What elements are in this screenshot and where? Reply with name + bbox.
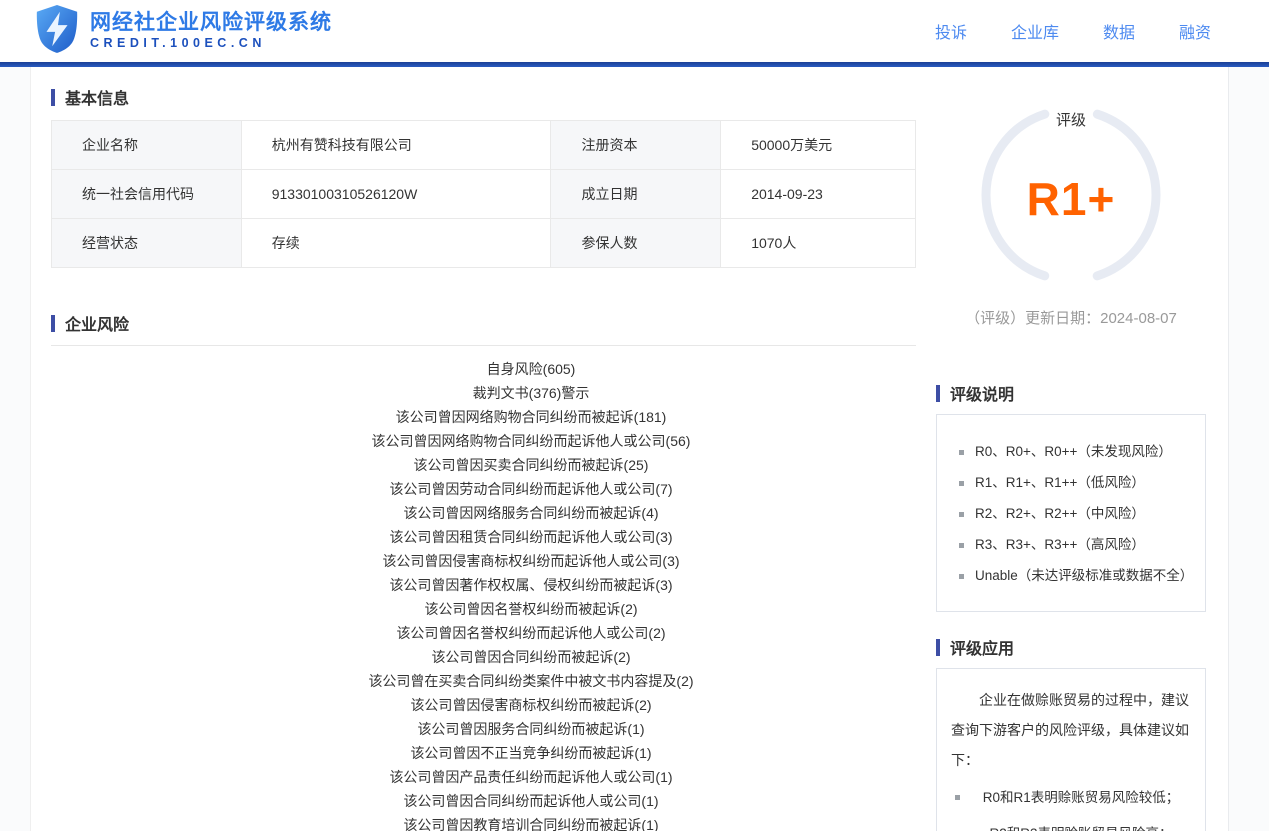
rating-value: R1+ [1026,173,1116,225]
info-value: 1070人 [720,218,916,268]
content-card: 基本信息 企业名称 杭州有赞科技有限公司 注册资本 50000万美元 统一社会信… [30,67,1229,831]
risk-tree-node[interactable]: 裁判文书(376)警示 [146,381,916,405]
risk-tree-node[interactable]: 该公司曾因合同纠纷而起诉他人或公司(1) [146,789,916,813]
legend-item: R1、R1+、R1++（低风险） [951,473,1191,493]
application-item: R0和R1表明赊账贸易风险较低； [951,785,1191,811]
risk-tree-node[interactable]: 自身风险(605) [146,357,916,381]
risk-tree-node[interactable]: 该公司曾因教育培训合同纠纷而被起诉(1) [146,813,916,831]
info-label: 经营状态 [51,218,242,268]
top-nav: 投诉 企业库 数据 融资 [935,19,1211,43]
risk-tree-node[interactable]: 该公司曾因著作权权属、侵权纠纷而被起诉(3) [146,573,916,597]
application-section-title: 评级应用 [936,638,1206,658]
shield-lightning-icon [34,4,80,59]
legend-item: R3、R3+、R3++（高风险） [951,535,1191,555]
info-label: 成立日期 [550,169,722,219]
table-row: 经营状态 存续 参保人数 1070人 [51,218,916,268]
risk-tree-node[interactable]: 该公司曾因侵害商标权纠纷而被起诉(2) [146,693,916,717]
legend-section-title: 评级说明 [936,384,1206,404]
risk-tree-node[interactable]: 该公司曾因网络购物合同纠纷而被起诉(181) [146,405,916,429]
risk-list: 自身风险(605) 裁判文书(376)警示 该公司曾因网络购物合同纠纷而被起诉(… [146,357,916,831]
risk-tree-node[interactable]: 该公司曾因网络购物合同纠纷而起诉他人或公司(56) [146,429,916,453]
risk-tree-node[interactable]: 该公司曾因劳动合同纠纷而起诉他人或公司(7) [146,477,916,501]
info-label: 参保人数 [550,218,722,268]
risk-tree-node[interactable]: 该公司曾因租赁合同纠纷而起诉他人或公司(3) [146,525,916,549]
gauge-label: 评级 [1055,112,1087,129]
section-marker-bar [51,88,55,106]
risk-section-title: 企业风险 [51,314,916,334]
nav-link[interactable]: 数据 [1103,19,1135,43]
legend-item: R2、R2+、R2++（中风险） [951,504,1191,524]
info-value: 存续 [240,218,552,268]
info-value: 杭州有赞科技有限公司 [240,120,552,170]
section-marker-bar [936,638,940,656]
risk-tree-node[interactable]: 该公司曾因网络服务合同纠纷而被起诉(4) [146,501,916,525]
square-bullet-icon [959,574,964,579]
info-value: 50000万美元 [720,120,916,170]
table-row: 企业名称 杭州有赞科技有限公司 注册资本 50000万美元 [51,120,916,170]
risk-tree-node[interactable]: 该公司曾因不正当竞争纠纷而被起诉(1) [146,741,916,765]
legend-item: R0、R0+、R0++（未发现风险） [951,442,1191,462]
square-bullet-icon [955,795,960,800]
application-intro: 企业在做赊账贸易的过程中，建议查询下游客户的风险评级，具体建议如下： [951,692,1189,768]
application-list: R0和R1表明赊账贸易风险较低； R2和R3表明赊账贸易风险高； Unable … [951,785,1191,831]
square-bullet-icon [959,450,964,455]
info-value: 2014-09-23 [720,169,916,219]
info-label: 注册资本 [550,120,722,170]
risk-tree-node[interactable]: 该公司曾因名誉权纠纷而起诉他人或公司(2) [146,621,916,645]
square-bullet-icon [959,512,964,517]
risk-tree-node[interactable]: 该公司曾因名誉权纠纷而被起诉(2) [146,597,916,621]
site-logo[interactable]: 网经社企业风险评级系统 CREDIT.100EC.CN [34,4,332,59]
risk-tree-node[interactable]: 该公司曾在买卖合同纠纷类案件中被文书内容提及(2) [146,669,916,693]
application-item: R2和R3表明赊账贸易风险高； [951,821,1191,831]
basic-info-section-title: 基本信息 [51,88,916,108]
risk-tree-node[interactable]: 该公司曾因合同纠纷而被起诉(2) [146,645,916,669]
table-row: 统一社会信用代码 91330100310526120W 成立日期 2014-09… [51,169,916,219]
basic-info-table: 企业名称 杭州有赞科技有限公司 注册资本 50000万美元 统一社会信用代码 9… [51,120,916,268]
rating-gauge: 评级 R1+ [936,103,1206,299]
rating-application-box: 企业在做赊账贸易的过程中，建议查询下游客户的风险评级，具体建议如下： R0和R1… [936,668,1206,831]
section-marker-bar [936,384,940,402]
top-header: 网经社企业风险评级系统 CREDIT.100EC.CN 投诉 企业库 数据 融资 [0,0,1269,62]
info-label: 统一社会信用代码 [51,169,242,219]
risk-tree-panel: 自身风险(605) 裁判文书(376)警示 该公司曾因网络购物合同纠纷而被起诉(… [51,345,916,831]
nav-link[interactable]: 企业库 [1011,19,1059,43]
nav-link[interactable]: 投诉 [935,19,967,43]
section-marker-bar [51,314,55,332]
info-value: 91330100310526120W [240,169,552,219]
side-column: 评级 R1+ （评级）更新日期：2024-08-07 评级说明 R0、R0+、R… [936,67,1206,831]
square-bullet-icon [959,481,964,486]
site-title: 网经社企业风险评级系统 [90,11,332,35]
legend-item: Unable（未达评级标准或数据不全） [951,566,1193,586]
risk-tree-node[interactable]: 该公司曾因买卖合同纠纷而被起诉(25) [146,453,916,477]
rating-update-date: （评级）更新日期：2024-08-07 [965,310,1177,327]
rating-legend-box: R0、R0+、R0++（未发现风险） R1、R1+、R1++（低风险） R2、R… [936,414,1206,612]
nav-link[interactable]: 融资 [1179,19,1211,43]
site-subtitle: CREDIT.100EC.CN [90,36,266,51]
main-column: 基本信息 企业名称 杭州有赞科技有限公司 注册资本 50000万美元 统一社会信… [31,67,916,831]
risk-tree-node[interactable]: 该公司曾因产品责任纠纷而起诉他人或公司(1) [146,765,916,789]
square-bullet-icon [959,543,964,548]
info-label: 企业名称 [51,120,242,170]
risk-tree-node[interactable]: 该公司曾因侵害商标权纠纷而起诉他人或公司(3) [146,549,916,573]
risk-tree-node[interactable]: 该公司曾因服务合同纠纷而被起诉(1) [146,717,916,741]
